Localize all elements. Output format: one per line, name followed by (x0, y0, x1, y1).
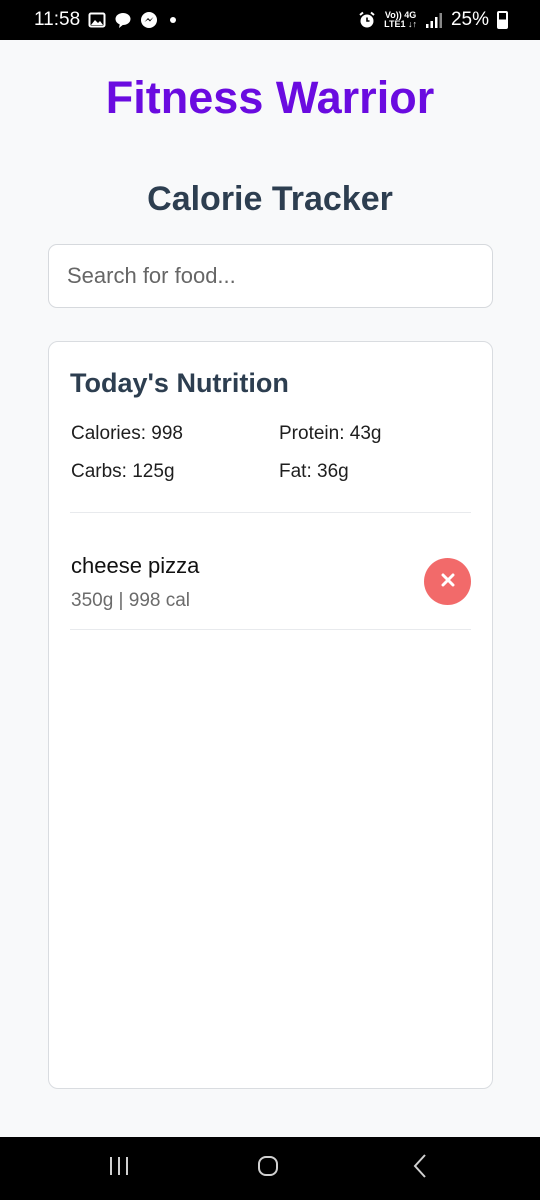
app-title: Fitness Warrior (105, 72, 435, 123)
notification-dot-icon (170, 17, 177, 23)
carbs-stat: Carbs: 125g (71, 461, 175, 482)
status-left: 11:58 (34, 9, 177, 31)
nutrition-title: Today's Nutrition (70, 368, 289, 398)
signal-icon (425, 11, 443, 29)
status-right: Vo)) 4G LTE1 ↓↑ 25% (358, 9, 508, 31)
back-button[interactable] (405, 1153, 435, 1184)
status-bar: 11:58 Vo)) 4G LTE1 ↓↑ 25% (0, 0, 540, 40)
network-bottom: LTE1 ↓↑ (384, 19, 417, 29)
recents-icon (107, 1155, 131, 1182)
home-icon (256, 1154, 280, 1183)
alarm-icon (358, 11, 376, 29)
food-detail: 350g | 998 cal (71, 590, 191, 611)
navigation-bar (0, 1137, 540, 1200)
network-type: Vo)) 4G LTE1 ↓↑ (384, 11, 417, 29)
battery-icon (497, 11, 508, 29)
page-title: Calorie Tracker (147, 180, 393, 218)
protein-stat: Protein: 43g (279, 423, 382, 444)
image-icon (88, 11, 106, 29)
fat-stat: Fat: 36g (279, 461, 349, 482)
remove-food-button[interactable] (424, 558, 471, 605)
close-icon (441, 573, 455, 590)
battery-percent: 25% (450, 9, 489, 30)
messenger-icon (140, 11, 158, 29)
calories-stat: Calories: 998 (71, 423, 183, 444)
food-list-item: cheese pizza 350g | 998 cal (70, 513, 471, 630)
back-icon (410, 1153, 430, 1184)
recents-button[interactable] (104, 1155, 134, 1181)
status-time: 11:58 (34, 9, 81, 30)
chat-bubble-icon (114, 11, 132, 29)
home-button[interactable] (253, 1155, 283, 1181)
search-input[interactable] (48, 244, 493, 308)
nutrition-card: Today's Nutrition Calories: 998 Protein:… (48, 341, 493, 1089)
food-name: cheese pizza (71, 553, 200, 578)
